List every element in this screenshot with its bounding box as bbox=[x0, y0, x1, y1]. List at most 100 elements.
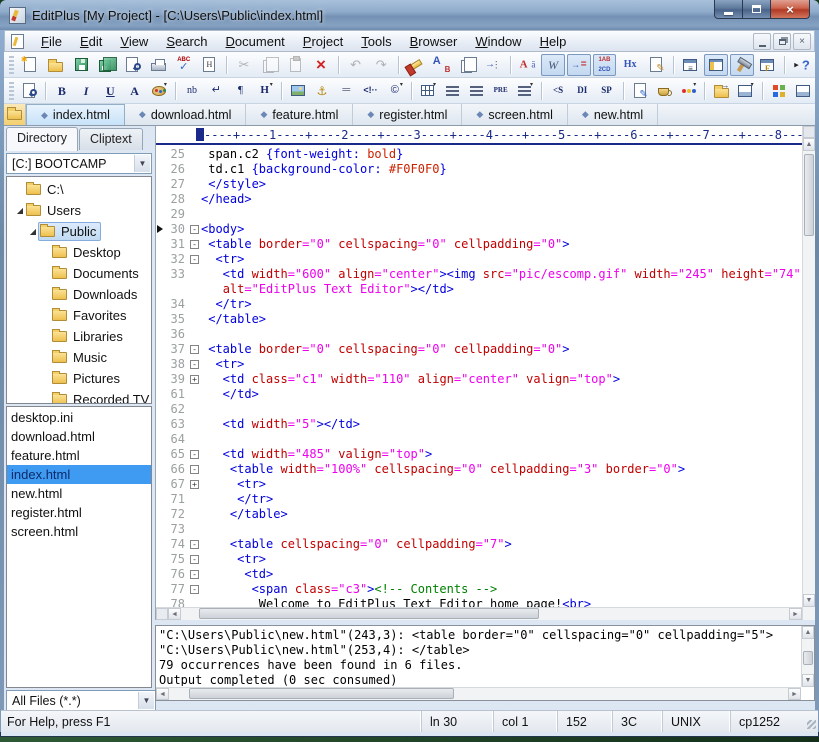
toggle-directory-button[interactable] bbox=[704, 54, 728, 76]
italic-button[interactable]: I bbox=[75, 80, 97, 102]
panel-layout-button[interactable] bbox=[792, 80, 814, 102]
code-line[interactable]: 37- <table border="0" cellspacing="0" ce… bbox=[156, 342, 802, 357]
windows-colors-button[interactable] bbox=[768, 80, 790, 102]
menu-window[interactable]: Window bbox=[466, 32, 530, 51]
delete-button[interactable]: × bbox=[309, 54, 333, 76]
tree-item-users[interactable]: ◢Users bbox=[7, 200, 151, 221]
menu-help[interactable]: Help bbox=[531, 32, 576, 51]
scroll-thumb[interactable] bbox=[189, 688, 454, 699]
tree-item-documents[interactable]: Documents bbox=[7, 263, 151, 284]
scroll-thumb[interactable] bbox=[804, 154, 814, 236]
resize-grip[interactable] bbox=[804, 711, 818, 732]
code-line[interactable]: 73 bbox=[156, 522, 802, 537]
open-file-button[interactable] bbox=[44, 54, 68, 76]
doc-tab-download.html[interactable]: ◆download.html bbox=[125, 104, 247, 125]
code-line[interactable]: 25 span.c2 {font-weight: bold} bbox=[156, 147, 802, 162]
fold-collapse-icon[interactable]: - bbox=[190, 450, 199, 459]
toggle-cliptext-button[interactable]: ≡ bbox=[679, 54, 703, 76]
code-line[interactable]: 66- <table width="100%" cellspacing="0" … bbox=[156, 462, 802, 477]
file-item-downloadhtml[interactable]: download.html bbox=[7, 427, 151, 446]
splitter-box[interactable] bbox=[156, 608, 168, 620]
fold-collapse-icon[interactable]: - bbox=[190, 555, 199, 564]
code-line[interactable]: 28</head> bbox=[156, 192, 802, 207]
tree-item-downloads[interactable]: Downloads bbox=[7, 284, 151, 305]
print-preview-button[interactable] bbox=[121, 54, 145, 76]
expand-arrow-icon[interactable]: ◢ bbox=[15, 206, 25, 215]
scroll-up-icon[interactable]: ▲ bbox=[803, 138, 815, 151]
change-case-button[interactable]: Aā bbox=[516, 54, 540, 76]
toolbar-grip[interactable] bbox=[9, 56, 14, 74]
scroll-down-icon[interactable]: ▼ bbox=[802, 674, 814, 687]
underline-button[interactable]: U bbox=[99, 80, 121, 102]
fold-column[interactable]: - bbox=[188, 465, 201, 474]
view-in-browser-button[interactable] bbox=[18, 80, 40, 102]
code-line[interactable]: 61 </td> bbox=[156, 387, 802, 402]
image-button[interactable] bbox=[287, 80, 309, 102]
show-eol-button[interactable]: →= bbox=[567, 54, 591, 76]
text-color-button[interactable]: ▾ bbox=[148, 80, 170, 102]
heading-button[interactable]: H▾ bbox=[254, 80, 276, 102]
minimize-button[interactable] bbox=[714, 0, 743, 19]
scroll-left-icon[interactable]: ◄ bbox=[156, 688, 169, 700]
fold-collapse-icon[interactable]: - bbox=[190, 540, 199, 549]
fold-column[interactable]: - bbox=[188, 345, 201, 354]
code-line[interactable]: 74- <table cellspacing="0" cellpadding="… bbox=[156, 537, 802, 552]
drive-combo[interactable]: [C:] BOOTCAMP ▼ bbox=[6, 153, 152, 174]
context-help-button[interactable]: ▸? bbox=[790, 54, 814, 76]
align-left-button[interactable] bbox=[441, 80, 463, 102]
sidebar-tab-cliptext[interactable]: Cliptext bbox=[79, 128, 143, 150]
special-char-button[interactable]: ©▾ bbox=[384, 80, 406, 102]
chevron-down-icon[interactable]: ▼ bbox=[138, 692, 154, 709]
code-line[interactable]: 34 </tr> bbox=[156, 297, 802, 312]
tree-item-libraries[interactable]: Libraries bbox=[7, 326, 151, 347]
fold-column[interactable]: - bbox=[188, 225, 201, 234]
highlight-colors-button[interactable]: ▾ bbox=[677, 80, 699, 102]
code-line[interactable]: 26 td.c1 {background-color: #F0F0F0} bbox=[156, 162, 802, 177]
find-button[interactable] bbox=[404, 54, 428, 76]
comment-button[interactable]: <!·· bbox=[359, 80, 381, 102]
fold-column[interactable]: - bbox=[188, 360, 201, 369]
anchor-button[interactable]: ⚓ bbox=[311, 80, 333, 102]
fold-collapse-icon[interactable]: - bbox=[190, 240, 199, 249]
file-item-registerhtml[interactable]: register.html bbox=[7, 503, 151, 522]
mdi-minimize-button[interactable] bbox=[753, 33, 771, 50]
scroll-thumb[interactable] bbox=[803, 651, 813, 665]
code-line[interactable]: 75- <tr> bbox=[156, 552, 802, 567]
code-line[interactable]: 27 </style> bbox=[156, 177, 802, 192]
cliptext-cup-button[interactable] bbox=[653, 80, 675, 102]
spell-check-button[interactable]: ABC✓ bbox=[172, 54, 196, 76]
code-line[interactable]: 29 bbox=[156, 207, 802, 222]
toolbar-grip[interactable] bbox=[9, 82, 14, 100]
code-line[interactable]: alt="EditPlus Text Editor"></td> bbox=[156, 282, 802, 297]
mdi-close-button[interactable]: × bbox=[793, 33, 811, 50]
splitter-box[interactable] bbox=[803, 126, 815, 138]
table-button[interactable]: ▾ bbox=[417, 80, 439, 102]
code-area[interactable]: 25 span.c2 {font-weight: bold}26 td.c1 {… bbox=[156, 147, 802, 607]
fold-column[interactable]: - bbox=[188, 240, 201, 249]
maximize-button[interactable] bbox=[743, 0, 770, 19]
replace-button[interactable]: AB bbox=[430, 54, 454, 76]
file-item-featurehtml[interactable]: feature.html bbox=[7, 446, 151, 465]
menu-edit[interactable]: Edit bbox=[71, 32, 111, 51]
fold-column[interactable]: - bbox=[188, 255, 201, 264]
code-line[interactable]: 39+ <td class="c1" width="110" align="ce… bbox=[156, 372, 802, 387]
align-center-button[interactable] bbox=[465, 80, 487, 102]
find-in-files-button[interactable] bbox=[455, 54, 479, 76]
menu-browser[interactable]: Browser bbox=[401, 32, 467, 51]
file-item-indexhtml[interactable]: index.html bbox=[7, 465, 151, 484]
tab-list-button[interactable] bbox=[4, 104, 26, 125]
paragraph-button[interactable]: ¶ bbox=[229, 80, 251, 102]
code-line[interactable]: 64 bbox=[156, 432, 802, 447]
bold-button[interactable]: B bbox=[51, 80, 73, 102]
code-line[interactable]: 35 </table> bbox=[156, 312, 802, 327]
list-button[interactable]: ▾ bbox=[514, 80, 536, 102]
edit-template-button[interactable]: ✎ bbox=[644, 54, 668, 76]
save-all-button[interactable] bbox=[95, 54, 119, 76]
code-line[interactable]: 62 bbox=[156, 402, 802, 417]
fold-collapse-icon[interactable]: - bbox=[190, 465, 199, 474]
script-tag-button[interactable]: <S bbox=[547, 80, 569, 102]
code-line[interactable]: 72 </table> bbox=[156, 507, 802, 522]
menu-project[interactable]: Project bbox=[294, 32, 352, 51]
fold-collapse-icon[interactable]: - bbox=[190, 255, 199, 264]
menu-search[interactable]: Search bbox=[157, 32, 216, 51]
